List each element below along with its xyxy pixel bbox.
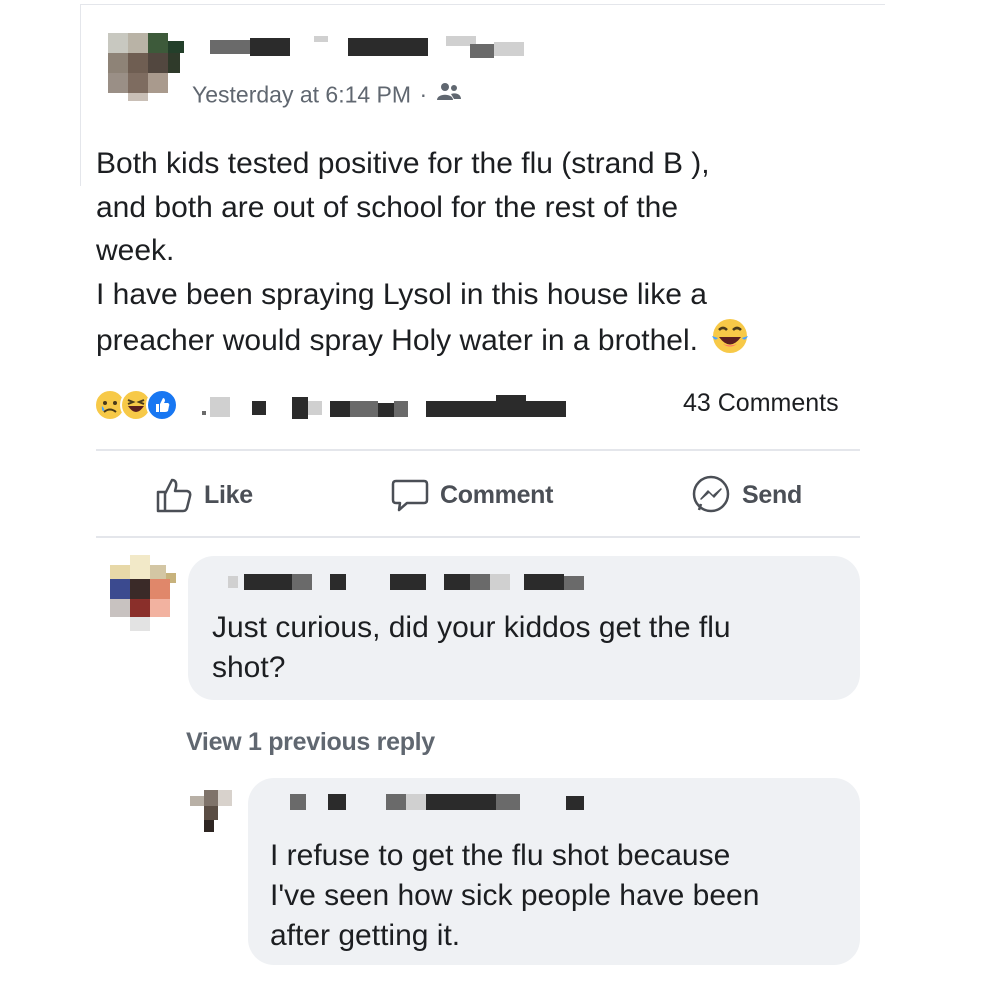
- comments-count[interactable]: 43 Comments: [683, 389, 839, 418]
- commenter-name-redacted[interactable]: [228, 570, 588, 592]
- comment-text: Just curious, did your kiddos get the fl…: [212, 608, 852, 688]
- replier-avatar[interactable]: [190, 786, 238, 834]
- post-body: Both kids tested positive for the flu (s…: [96, 142, 896, 369]
- post-text-line: I have been spraying Lysol in this house…: [96, 277, 707, 311]
- reply-text-line: I refuse to get the flu shot because: [270, 839, 731, 872]
- post-left-border: [80, 4, 81, 186]
- comment-button[interactable]: Comment: [390, 470, 553, 520]
- send-label: Send: [742, 480, 802, 509]
- divider: [96, 449, 860, 451]
- comment-text-line: Just curious, did your kiddos get the fl…: [212, 611, 731, 644]
- replier-name-redacted[interactable]: [276, 790, 596, 812]
- reply-text-line: I've seen how sick people have been: [270, 879, 760, 912]
- post-author-name-redacted[interactable]: [206, 36, 536, 58]
- reactors-names-redacted: [210, 395, 570, 419]
- view-previous-reply-link[interactable]: View 1 previous reply: [186, 728, 435, 757]
- comment-bubble[interactable]: Just curious, did your kiddos get the fl…: [188, 556, 860, 700]
- laughing-tears-emoji-icon: [710, 316, 750, 369]
- reply-text-line: after getting it.: [270, 919, 461, 952]
- reply-bubble[interactable]: I refuse to get the flu shot because I'v…: [248, 778, 860, 965]
- reactions-summary[interactable]: [94, 385, 566, 429]
- like-label: Like: [204, 480, 253, 509]
- like-button[interactable]: Like: [154, 470, 253, 520]
- messenger-icon: [692, 475, 730, 513]
- commenter-avatar[interactable]: [100, 555, 180, 635]
- separator-dot: ·: [419, 81, 428, 108]
- reply-text: I refuse to get the flu shot because I'v…: [270, 836, 850, 956]
- comment-label: Comment: [440, 480, 554, 509]
- post-timestamp[interactable]: Yesterday at 6:14 PM ·: [192, 80, 462, 108]
- post-text-line: week.: [96, 234, 175, 268]
- post-text-line: preacher would spray Holy water in a bro…: [96, 316, 896, 369]
- comment-bubble-icon: [391, 479, 429, 512]
- friends-icon: [436, 81, 462, 107]
- post-text-line: Both kids tested positive for the flu (s…: [96, 147, 710, 180]
- comment-text-line: shot?: [212, 651, 286, 684]
- post-text-line: and both are out of school for the rest …: [96, 190, 679, 224]
- post-author-avatar[interactable]: [108, 33, 184, 101]
- send-button[interactable]: Send: [690, 470, 802, 520]
- post-top-border: [80, 4, 885, 5]
- thumbs-up-icon: [156, 478, 192, 513]
- like-reaction-icon: [146, 389, 178, 421]
- divider: [96, 536, 860, 538]
